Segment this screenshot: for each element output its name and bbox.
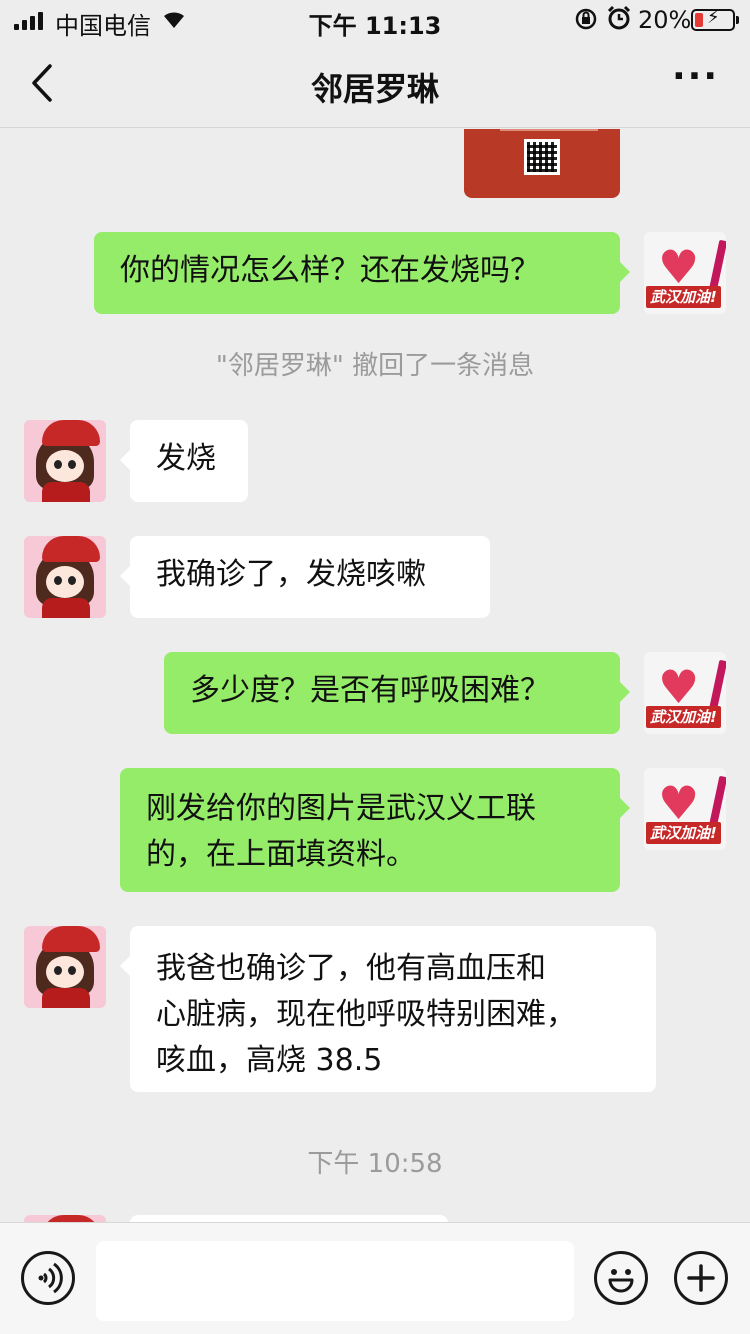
my-avatar[interactable]: ♥ 武汉加油! (644, 652, 726, 734)
message-bubble-incoming[interactable] (130, 1215, 448, 1222)
qr-code-icon (524, 139, 560, 175)
message-text-line: 心脏病，现在他呼吸特别困难， (156, 997, 576, 1032)
contact-avatar[interactable] (24, 420, 106, 502)
my-avatar[interactable]: ♥ 武汉加油! (644, 768, 726, 850)
message-bubble-incoming[interactable]: 我爸也确诊了，他有高血压和 心脏病，现在他呼吸特别困难， 咳血，高烧 38.5 (120, 926, 656, 1092)
recall-notice: "邻居罗琳" 撤回了一条消息 (215, 351, 535, 381)
my-avatar[interactable]: ♥ 武汉加油! (644, 232, 726, 314)
message-text: 我确诊了，发烧咳嗽 (156, 557, 426, 592)
message-text: 多少度？是否有呼吸困难？ (190, 673, 550, 708)
message-bubble-incoming[interactable]: 发烧 (120, 420, 248, 502)
message-bubble-outgoing[interactable]: 刚发给你的图片是武汉义工联 的，在上面填资料。 (120, 768, 630, 892)
message-text-line: 的，在上面填资料。 (146, 837, 416, 872)
message-text-line: 刚发给你的图片是武汉义工联 (146, 791, 536, 826)
message-text-line: 咳血，高烧 38.5 (156, 1043, 383, 1078)
message-bubble-outgoing[interactable]: 你的情况怎么样？还在发烧吗？ (94, 232, 630, 314)
avatar-tag: 武汉加油! (646, 286, 721, 308)
heart-icon: ♥ (658, 240, 700, 294)
avatar-tag: 武汉加油! (646, 822, 721, 844)
heart-icon: ♥ (658, 776, 700, 830)
chat-title: 邻居罗琳 (310, 70, 439, 108)
contact-avatar[interactable] (24, 536, 106, 618)
timestamp-divider: 下午 10:58 (307, 1149, 443, 1179)
heart-icon: ♥ (658, 660, 700, 714)
battery-percent: 20% (638, 6, 692, 34)
status-bar: 中国电信 下午 11:13 20% ⚡ (0, 0, 750, 40)
alarm-icon (606, 5, 632, 37)
nav-bar: 邻居罗琳 ··· (0, 40, 750, 128)
message-bubble-outgoing[interactable]: 多少度？是否有呼吸困难？ (164, 652, 630, 734)
battery-charging-icon: ⚡ (691, 7, 739, 31)
message-bubble-incoming[interactable]: 我确诊了，发烧咳嗽 (120, 536, 490, 618)
input-bar (0, 1222, 750, 1334)
chat-area[interactable]: 你的情况怎么样？还在发烧吗？ ♥ 武汉加油! "邻居罗琳" 撤回了一条消息 发烧… (0, 129, 750, 1222)
more-dots-icon[interactable]: ··· (672, 59, 720, 102)
message-input[interactable] (96, 1241, 574, 1321)
message-text: 你的情况怎么样？还在发烧吗？ (120, 253, 540, 288)
plus-icon[interactable] (674, 1251, 728, 1305)
avatar-tag: 武汉加油! (646, 706, 721, 728)
voice-icon[interactable] (21, 1251, 75, 1305)
shared-image-poster[interactable] (464, 129, 620, 198)
contact-avatar[interactable] (24, 1215, 106, 1222)
contact-avatar[interactable] (24, 926, 106, 1008)
emoji-icon[interactable] (594, 1251, 648, 1305)
message-text-line: 我爸也确诊了，他有高血压和 (156, 951, 546, 986)
orientation-lock-icon (574, 7, 598, 37)
poster-text-lines (472, 129, 612, 137)
message-text: 发烧 (156, 441, 216, 476)
